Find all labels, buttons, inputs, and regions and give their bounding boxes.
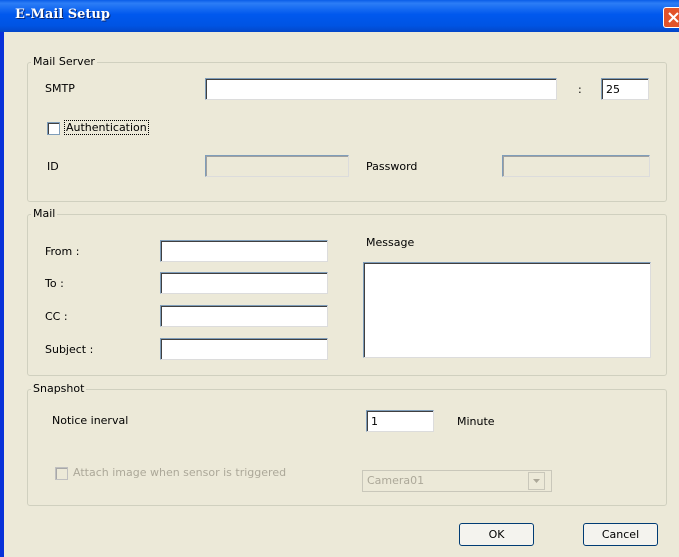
title-bar[interactable]: E-Mail Setup: [0, 0, 679, 32]
snapshot-group: [27, 389, 667, 506]
subject-label: Subject :: [45, 343, 94, 356]
id-input[interactable]: [205, 155, 349, 177]
password-input[interactable]: [502, 155, 650, 177]
chevron-down-icon: [533, 479, 540, 483]
smtp-label: SMTP: [45, 82, 75, 95]
camera-select-dropdown-button[interactable]: [528, 472, 545, 490]
camera-select-value: Camera01: [367, 474, 425, 487]
password-label: Password: [366, 160, 418, 173]
to-label: To :: [45, 277, 64, 290]
ok-button[interactable]: OK: [459, 523, 534, 546]
authentication-label[interactable]: Authentication: [64, 120, 149, 135]
smtp-input[interactable]: [205, 78, 557, 100]
authentication-label-wrap[interactable]: Authentication: [64, 120, 149, 135]
mail-server-legend: Mail Server: [31, 55, 97, 68]
notice-interval-input[interactable]: [366, 410, 434, 432]
message-label: Message: [366, 236, 415, 249]
mail-legend: Mail: [31, 207, 58, 220]
port-separator: :: [578, 83, 582, 96]
to-input[interactable]: [160, 272, 328, 294]
cc-input[interactable]: [160, 305, 328, 327]
authentication-checkbox[interactable]: [47, 122, 60, 135]
subject-input[interactable]: [160, 338, 328, 360]
attach-image-checkbox[interactable]: [55, 467, 68, 480]
smtp-port-input[interactable]: [601, 78, 649, 100]
message-textarea[interactable]: [363, 262, 651, 358]
cc-label: CC :: [45, 310, 68, 323]
from-label: From :: [45, 245, 80, 258]
minute-label: Minute: [457, 415, 495, 428]
camera-select[interactable]: Camera01: [362, 470, 552, 492]
attach-image-label: Attach image when sensor is triggered: [73, 466, 287, 479]
close-button[interactable]: [663, 7, 679, 28]
id-label: ID: [47, 160, 59, 173]
snapshot-legend: Snapshot: [31, 382, 87, 395]
notice-interval-label: Notice inerval: [52, 414, 129, 427]
cancel-button[interactable]: Cancel: [583, 523, 658, 546]
from-input[interactable]: [160, 240, 328, 262]
close-icon: [668, 12, 679, 23]
window-title: E-Mail Setup: [15, 7, 110, 22]
